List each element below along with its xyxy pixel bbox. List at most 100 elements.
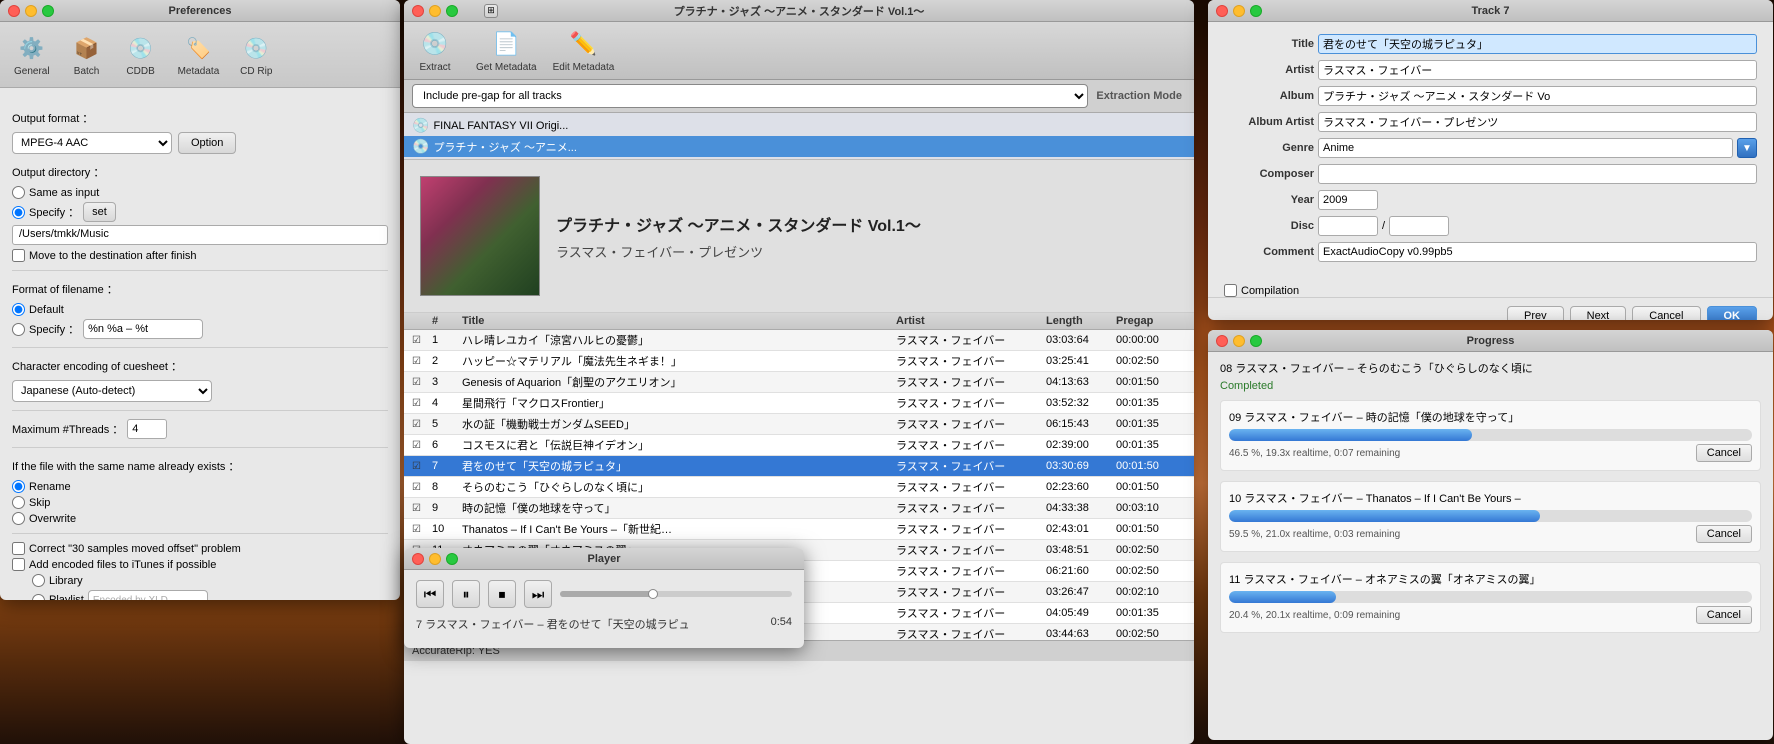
progress-zoom-button[interactable]: [1250, 335, 1262, 347]
minimize-button[interactable]: [25, 5, 37, 17]
main-toolbar: 💿 Extract 📄 Get Metadata ✏️ Edit Metadat…: [404, 22, 1194, 80]
toolbar-batch[interactable]: 📦 Batch: [62, 28, 112, 81]
overwrite-radio[interactable]: [12, 512, 25, 525]
disc-of-input[interactable]: [1389, 216, 1449, 236]
genre-dropdown-button[interactable]: ▼: [1737, 138, 1757, 158]
compilation-checkbox[interactable]: [1224, 284, 1237, 297]
main-zoom-button[interactable]: [446, 5, 458, 17]
extract-button[interactable]: 💿 Extract: [410, 28, 460, 73]
skip-label: Skip: [29, 497, 50, 509]
album-section: プラチナ・ジャズ ～アニメ・スタンダード Vol.1～ ラスマス・フェイバー・プ…: [404, 160, 1194, 313]
player-next-button[interactable]: ⏭: [524, 580, 552, 608]
toolbar-metadata[interactable]: 🏷️ Metadata: [170, 28, 228, 81]
source-item-ff7[interactable]: 💿 FINAL FANTASY VII Origi...: [404, 115, 1194, 136]
track-check-8[interactable]: ☑: [412, 482, 432, 493]
get-metadata-button[interactable]: 📄 Get Metadata: [476, 28, 537, 73]
player-prev-button[interactable]: ⏮: [416, 580, 444, 608]
track-row[interactable]: ☑ 8 そらのむこう「ひぐらしのなく頃に」 ラスマス・フェイバー 02:23:6…: [404, 477, 1194, 498]
move-after-checkbox[interactable]: [12, 249, 25, 262]
track7-zoom-button[interactable]: [1250, 5, 1262, 17]
player-stop-button[interactable]: ⏹: [488, 580, 516, 608]
output-format-select[interactable]: MPEG-4 AAC: [12, 132, 172, 154]
album-art: [420, 176, 540, 296]
disc-input[interactable]: [1318, 216, 1378, 236]
cancel-11-button[interactable]: Cancel: [1696, 606, 1752, 624]
close-button[interactable]: [8, 5, 20, 17]
specify-dir-radio[interactable]: [12, 206, 25, 219]
track7-close-button[interactable]: [1216, 5, 1228, 17]
track-check-4[interactable]: ☑: [412, 398, 432, 409]
correct-offset-checkbox[interactable]: [12, 542, 25, 555]
ok-button[interactable]: OK: [1707, 306, 1758, 320]
track-check-2[interactable]: ☑: [412, 356, 432, 367]
main-minimize-button[interactable]: [429, 5, 441, 17]
track-check-7[interactable]: ☑: [412, 461, 432, 472]
extraction-mode-select[interactable]: Include pre-gap for all tracks: [412, 84, 1088, 108]
option-button[interactable]: Option: [178, 132, 236, 154]
track-row[interactable]: ☑ 4 星間飛行「マクロスFrontier」 ラスマス・フェイバー 03:52:…: [404, 393, 1194, 414]
comment-input[interactable]: [1318, 242, 1757, 262]
edit-metadata-button[interactable]: ✏️ Edit Metadata: [553, 28, 615, 73]
player-minimize-button[interactable]: [429, 553, 441, 565]
track-check-9[interactable]: ☑: [412, 503, 432, 514]
player-close-button[interactable]: [412, 553, 424, 565]
char-encoding-select[interactable]: Japanese (Auto-detect): [12, 380, 212, 402]
track-check-3[interactable]: ☑: [412, 377, 432, 388]
player-zoom-button[interactable]: [446, 553, 458, 565]
rename-radio[interactable]: [12, 480, 25, 493]
track-row[interactable]: ☑ 9 時の記憶「僕の地球を守って」 ラスマス・フェイバー 04:33:38 0…: [404, 498, 1194, 519]
playlist-input[interactable]: [88, 590, 208, 600]
cancel-10-button[interactable]: Cancel: [1696, 525, 1752, 543]
track-check-10[interactable]: ☑: [412, 524, 432, 535]
toolbar-cddb[interactable]: 💿 CDDB: [116, 28, 166, 81]
track7-minimize-button[interactable]: [1233, 5, 1245, 17]
track-row[interactable]: ☑ 1 ハレ晴レユカイ「涼宮ハルヒの憂鬱」 ラスマス・フェイバー 03:03:6…: [404, 330, 1194, 351]
player-progress-knob[interactable]: [648, 589, 658, 599]
track-row[interactable]: ☑ 3 Genesis of Aquarion「創聖のアクエリオン」 ラスマス・…: [404, 372, 1194, 393]
composer-input[interactable]: [1318, 164, 1757, 184]
next-button[interactable]: Next: [1570, 306, 1627, 320]
track-check-1[interactable]: ☑: [412, 335, 432, 346]
track-row[interactable]: ☑ 10 Thanatos – If I Can't Be Yours –「新世…: [404, 519, 1194, 540]
playlist-radio[interactable]: [32, 594, 45, 601]
default-format-radio[interactable]: [12, 303, 25, 316]
library-radio[interactable]: [32, 574, 45, 587]
track-row[interactable]: ☑ 5 水の証「機動戦士ガンダムSEED」 ラスマス・フェイバー 06:15:4…: [404, 414, 1194, 435]
artist-input[interactable]: [1318, 60, 1757, 80]
track-row[interactable]: ☑ 2 ハッピー☆マテリアル「魔法先生ネギま！」 ラスマス・フェイバー 03:2…: [404, 351, 1194, 372]
source-item-platinum[interactable]: 💿 プラチナ・ジャズ ～アニメ...: [404, 136, 1194, 157]
comment-label: Comment: [1224, 246, 1314, 258]
divider5: [12, 533, 388, 534]
max-threads-input[interactable]: [127, 419, 167, 439]
toolbar-cdrip[interactable]: 💿 CD Rip: [231, 28, 281, 81]
year-input[interactable]: [1318, 190, 1378, 210]
resize-button[interactable]: ⊞: [484, 4, 498, 18]
album-artist-label: Album Artist: [1224, 116, 1314, 128]
prev-button[interactable]: Prev: [1507, 306, 1564, 320]
player-progress-bar[interactable]: [560, 591, 792, 597]
main-close-button[interactable]: [412, 5, 424, 17]
track-row[interactable]: ☑ 6 コスモスに君と「伝説巨神イデオン」 ラスマス・フェイバー 02:39:0…: [404, 435, 1194, 456]
track-check-6[interactable]: ☑: [412, 440, 432, 451]
player-playpause-button[interactable]: ⏸: [452, 580, 480, 608]
zoom-button[interactable]: [42, 5, 54, 17]
title-input[interactable]: [1318, 34, 1757, 54]
album-artist-input[interactable]: [1318, 112, 1757, 132]
specify-format-radio[interactable]: [12, 323, 25, 336]
add-itunes-checkbox[interactable]: [12, 558, 25, 571]
track-check-5[interactable]: ☑: [412, 419, 432, 430]
cancel-button[interactable]: Cancel: [1632, 306, 1700, 320]
genre-input[interactable]: [1318, 138, 1733, 158]
progress-minimize-button[interactable]: [1233, 335, 1245, 347]
format-string-input[interactable]: [83, 319, 203, 339]
album-input[interactable]: [1318, 86, 1757, 106]
set-button[interactable]: set: [83, 202, 116, 222]
cancel-09-button[interactable]: Cancel: [1696, 444, 1752, 462]
skip-radio[interactable]: [12, 496, 25, 509]
progress-close-button[interactable]: [1216, 335, 1228, 347]
output-format-row: MPEG-4 AAC Option: [12, 132, 388, 154]
same-as-input-radio[interactable]: [12, 186, 25, 199]
track-row[interactable]: ☑ 7 君をのせて「天空の城ラピュタ」 ラスマス・フェイバー 03:30:69 …: [404, 456, 1194, 477]
track-pregap-4: 00:01:35: [1116, 397, 1186, 409]
toolbar-general[interactable]: ⚙️ General: [6, 28, 58, 81]
